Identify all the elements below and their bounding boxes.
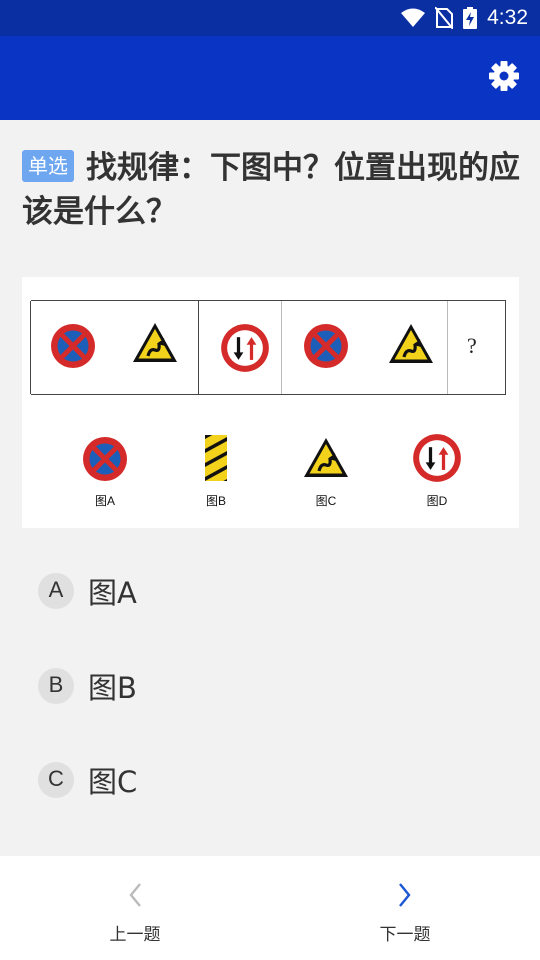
chevron-left-icon (129, 883, 141, 907)
option-b[interactable]: B 图B (38, 661, 438, 711)
question-figure: ? 图A 图B 图C 图D (22, 277, 519, 528)
choice-d-two-way-traffic-sign (413, 434, 461, 482)
option-b-text: 图B (88, 671, 137, 705)
next-question-button[interactable]: 下一题 (345, 880, 465, 945)
sequence-winding-road-sign-1 (131, 321, 179, 364)
choice-c-winding-road-sign (302, 436, 350, 479)
sequence-no-parking-sign-1 (49, 322, 97, 370)
choice-b-hazard-marker-sign (205, 435, 227, 481)
sequence-no-parking-sign-2 (302, 322, 350, 370)
option-c[interactable]: C 图C (38, 755, 438, 805)
no-sim-icon (435, 7, 454, 29)
question-type-badge: 单选 (22, 149, 74, 182)
choice-b-caption: 图B (205, 494, 226, 508)
question-text: 找规律：下图中？位置出现的应该是什么？ (22, 150, 520, 230)
chevron-right-icon (399, 883, 411, 907)
option-a-text: 图A (88, 576, 137, 610)
option-a[interactable]: A 图A (38, 566, 438, 616)
sequence-winding-road-sign-2 (387, 322, 435, 365)
sequence-two-way-traffic-sign (221, 324, 269, 372)
next-question-label: 下一题 (379, 925, 431, 945)
option-c-text: 图C (88, 765, 138, 799)
option-a-letter: A (38, 573, 74, 609)
gear-icon[interactable] (488, 60, 520, 92)
sequence-strip: ? (30, 300, 506, 395)
app-bar (0, 36, 540, 120)
status-time: 4:32 (487, 6, 528, 29)
prev-question-button[interactable]: 上一题 (75, 880, 195, 945)
choice-d-caption: 图D (426, 494, 448, 508)
wifi-icon (401, 8, 426, 27)
choice-c-caption: 图C (315, 494, 337, 508)
option-c-letter: C (38, 762, 74, 798)
question-title: 单选 找规律：下图中？位置出现的应该是什么？ (22, 146, 522, 234)
status-bar: 4:32 (0, 0, 540, 36)
choice-a-no-parking-sign (81, 435, 129, 483)
battery-charging-icon (463, 7, 478, 29)
prev-question-label: 上一题 (109, 925, 161, 945)
option-b-letter: B (38, 668, 74, 704)
choice-a-caption: 图A (94, 494, 115, 508)
sequence-question-mark: ? (467, 333, 477, 358)
bottom-nav-bar: 上一题 下一题 (0, 856, 540, 960)
